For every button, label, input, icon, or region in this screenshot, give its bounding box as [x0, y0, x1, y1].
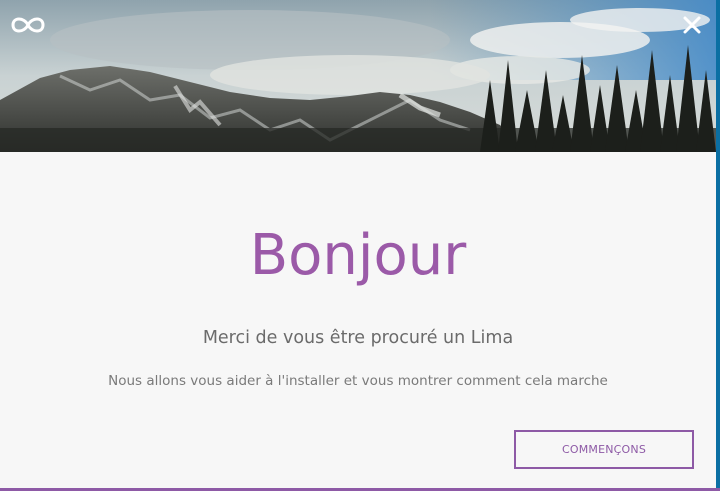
start-button[interactable]: COMMENÇONS: [514, 430, 694, 469]
infinity-logo-icon[interactable]: [10, 12, 46, 38]
window-frame-edge: [716, 0, 720, 488]
header-photo: [0, 0, 716, 152]
welcome-window: Bonjour Merci de vous être procuré un Li…: [0, 0, 716, 488]
close-icon[interactable]: [679, 12, 705, 38]
welcome-description: Nous allons vous aider à l'installer et …: [108, 373, 608, 389]
welcome-title: Bonjour: [249, 223, 467, 288]
welcome-subtitle: Merci de vous être procuré un Lima: [202, 328, 514, 348]
